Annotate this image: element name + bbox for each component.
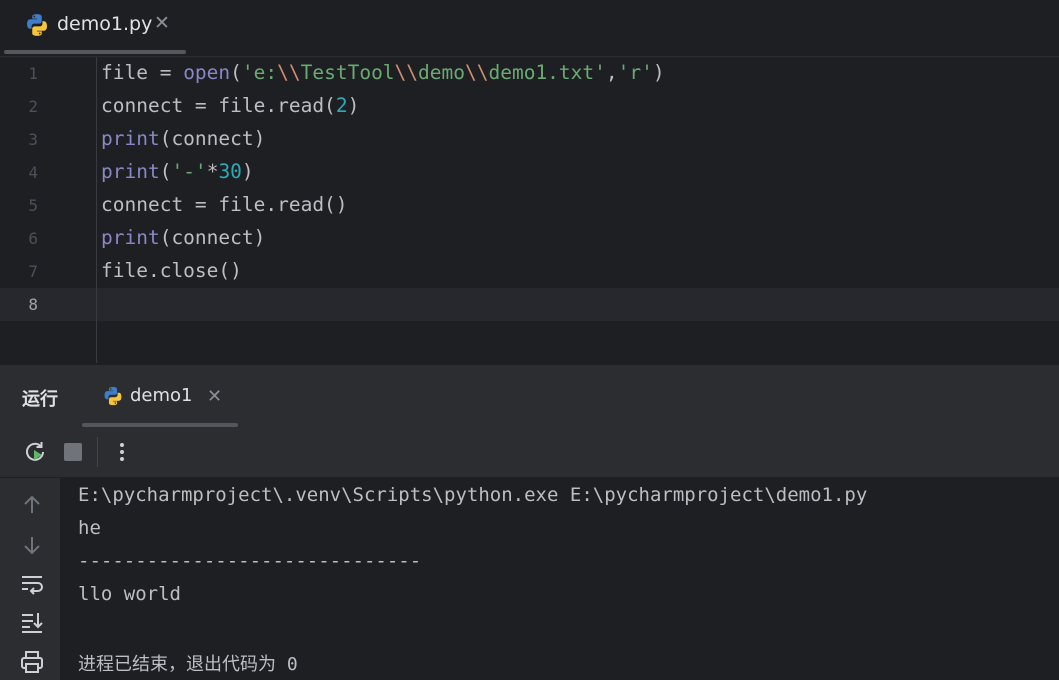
console-side-toolbar (0, 478, 60, 680)
line-number: 4 (28, 163, 38, 182)
stop-icon[interactable] (60, 439, 86, 465)
code-token: 30 (218, 160, 242, 183)
code-token: 'e: (241, 61, 278, 84)
code-text: file.close() (101, 259, 242, 282)
code-text: connect = file.read(2) (101, 94, 359, 117)
code-token: (connect) (159, 127, 266, 150)
line-number: 5 (28, 196, 38, 215)
line-number: 6 (28, 229, 38, 248)
code-line[interactable]: 6 print(connect) (0, 222, 1059, 255)
code-token: 'r' (617, 61, 653, 84)
rerun-icon[interactable] (22, 439, 48, 465)
code-token: ( (230, 61, 242, 84)
code-token: , (605, 61, 618, 84)
console-line: he (78, 517, 101, 539)
code-line[interactable]: 5 connect = file.read() (0, 189, 1059, 222)
arrow-down-icon[interactable] (19, 532, 45, 558)
code-text: print(connect) (101, 226, 265, 249)
code-token: ) (347, 94, 360, 117)
line-number: 1 (28, 64, 38, 83)
code-line[interactable]: 2 connect = file.read(2) (0, 90, 1059, 123)
line-number: 3 (28, 130, 38, 149)
run-panel-title: 运行 (22, 389, 58, 410)
scroll-to-end-icon[interactable] (19, 609, 45, 635)
console-line: ------------------------------ (78, 550, 422, 572)
code-token: open (183, 61, 231, 84)
code-token: '-' (171, 160, 207, 183)
code-token: print (101, 127, 160, 150)
code-line[interactable]: 3 print(connect) (0, 123, 1059, 156)
code-token: \\ (465, 61, 489, 84)
code-token: TestTool (300, 61, 395, 84)
console-output[interactable]: E:\pycharmproject\.venv\Scripts\python.e… (60, 478, 1059, 680)
code-token: connect = file.read( (101, 94, 336, 117)
active-tab-indicator (4, 50, 186, 54)
code-token: demo1.txt' (488, 61, 606, 84)
run-tab-demo1[interactable]: demo1 ✕ (82, 365, 238, 427)
code-token: ) (652, 61, 665, 84)
code-token: file.close() (101, 259, 242, 282)
code-token: file = (101, 61, 184, 84)
soft-wrap-icon[interactable] (19, 571, 45, 597)
editor-tab-label: demo1.py (57, 13, 153, 35)
toolbar-separator (97, 437, 98, 467)
run-tab-label: demo1 (130, 385, 193, 406)
run-toolbar (0, 427, 1059, 478)
code-token: (connect) (159, 226, 266, 249)
code-token: connect = file.read() (101, 193, 348, 216)
code-text: connect = file.read() (101, 193, 348, 216)
code-token: print (101, 226, 160, 249)
code-token: demo (418, 61, 465, 84)
python-icon (104, 386, 122, 406)
exit-status-line: 进程已结束，退出代码为 0 (78, 654, 298, 675)
code-token: \\ (394, 61, 419, 84)
console-line: E:\pycharmproject\.venv\Scripts\python.e… (78, 484, 868, 506)
console-line: llo world (78, 583, 181, 605)
editor-tab-demo1-py[interactable]: demo1.py ✕ (4, 0, 186, 54)
code-line[interactable]: 1 file = open('e:\\TestTool\\demo\\demo1.… (0, 57, 1059, 90)
more-vertical-icon[interactable] (109, 439, 135, 465)
close-icon[interactable]: ✕ (207, 386, 222, 407)
gutter-divider (96, 57, 97, 363)
code-line[interactable]: 7 file.close() (0, 255, 1059, 288)
code-token: \\ (277, 61, 301, 84)
line-number: 2 (28, 97, 38, 116)
code-token: * (206, 160, 219, 183)
code-token: 2 (335, 94, 348, 117)
line-number: 7 (28, 262, 38, 281)
code-token: print (101, 160, 160, 183)
code-line[interactable]: 4 print('-'*30) (0, 156, 1059, 189)
code-text: print('-'*30) (101, 160, 254, 183)
code-line[interactable]: 8 (0, 288, 1059, 321)
code-text: file = open('e:\\TestTool\\demo\\demo1.t… (101, 61, 665, 84)
code-editor[interactable]: 1 file = open('e:\\TestTool\\demo\\demo1.… (0, 57, 1059, 363)
arrow-up-icon[interactable] (19, 492, 45, 518)
code-token: ) (241, 160, 254, 183)
run-panel-header: 运行 demo1 ✕ (0, 364, 1059, 428)
code-text: print(connect) (101, 127, 265, 150)
code-token: ( (159, 160, 172, 183)
editor-tab-bar: demo1.py ✕ (0, 0, 1059, 57)
python-icon (27, 14, 47, 36)
print-icon[interactable] (19, 649, 45, 675)
line-number: 8 (28, 295, 38, 314)
close-icon[interactable]: ✕ (154, 12, 170, 34)
